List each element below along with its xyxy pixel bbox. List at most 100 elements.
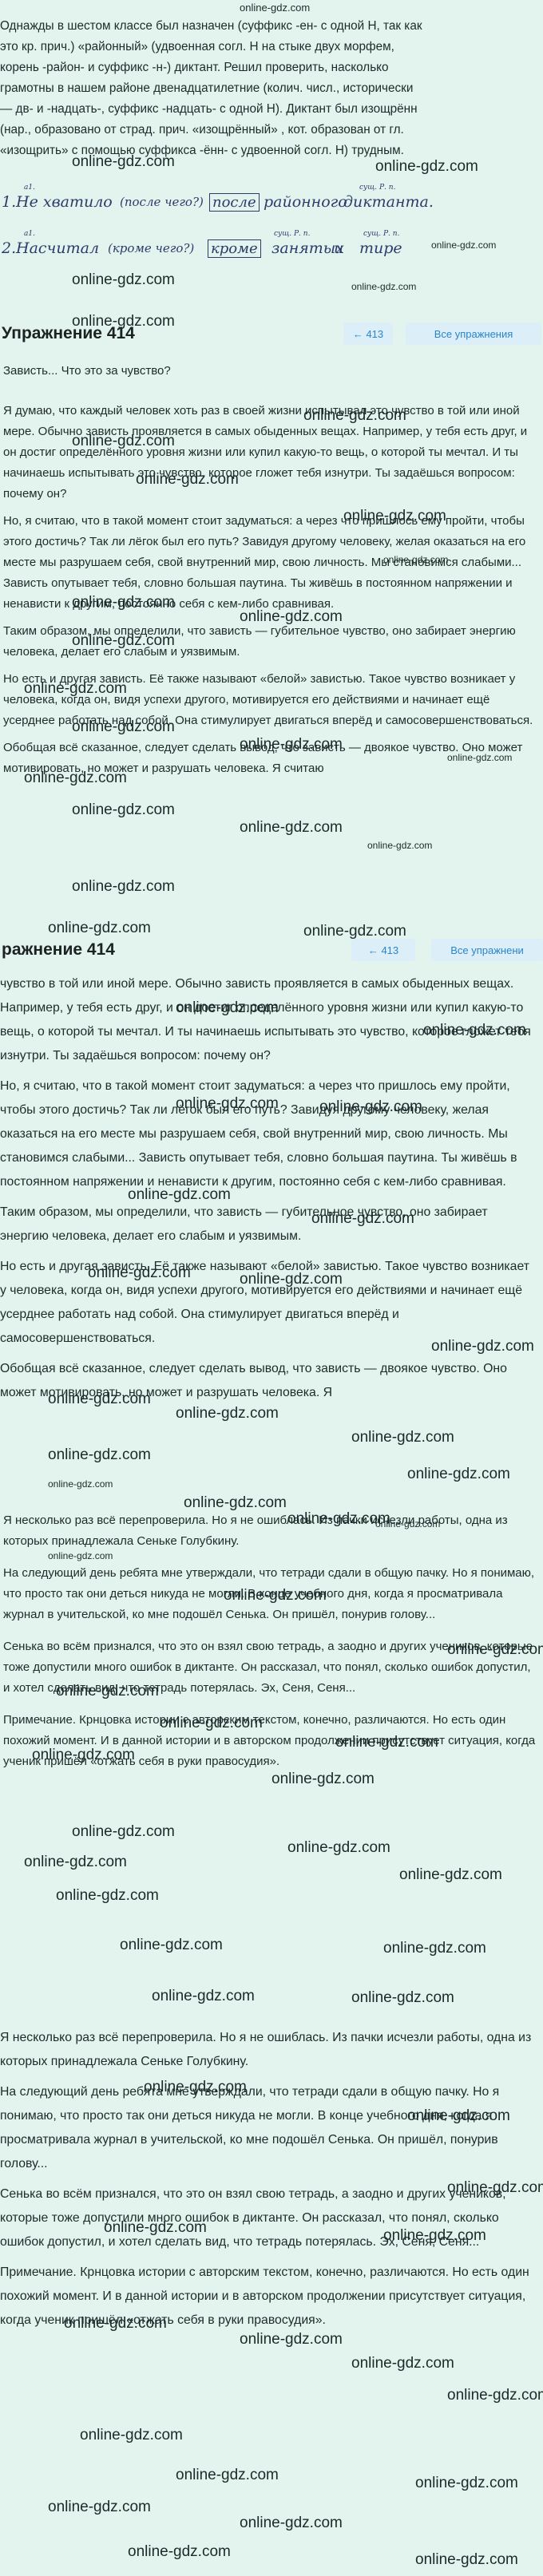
prev-exercise-button[interactable]: ← 413 (351, 939, 415, 961)
watermark-text: online-gdz.com (423, 1022, 526, 1039)
watermark-text: online-gdz.com (136, 471, 239, 488)
watermark-text: online-gdz.com (415, 2475, 518, 2491)
watermark-text: online-gdz.com (367, 840, 433, 851)
page-title: ражнение 414 (2, 940, 115, 959)
watermark-text: online-gdz.com (72, 801, 175, 818)
watermark-text: online-gdz.com (32, 1747, 135, 1763)
exercise-header: ражнение 414 ← 413 Все упражнени (0, 934, 543, 966)
watermark-text: online-gdz.com (240, 608, 343, 625)
case-mark: сущ. Р. п. (363, 230, 400, 238)
watermark-text: online-gdz.com (431, 239, 497, 251)
watermark-text: online-gdz.com (240, 2331, 343, 2348)
watermark-text: online-gdz.com (447, 1641, 543, 1658)
watermark-text: online-gdz.com (24, 680, 127, 697)
tag-a1: a1. (24, 184, 35, 192)
watermark-text: online-gdz.com (120, 1937, 223, 1953)
prev-exercise-button[interactable]: ← 413 (343, 322, 393, 345)
tag-a1: a1. (24, 230, 35, 238)
watermark-text: online-gdz.com (383, 554, 449, 565)
watermark-text: online-gdz.com (351, 2355, 454, 2372)
watermark-text: online-gdz.com (319, 1098, 422, 1115)
watermark-text: online-gdz.com (24, 1854, 127, 1870)
watermark-text: online-gdz.com (152, 1988, 255, 2004)
grammar-explanation: Однажды в шестом классе был назначен (су… (0, 16, 543, 160)
watermark-text: online-gdz.com (343, 508, 446, 524)
watermark-text: online-gdz.com (88, 1264, 191, 1281)
watermark-text: online-gdz.com (351, 281, 417, 292)
watermark-text: online-gdz.com (72, 433, 175, 449)
watermark-text: online-gdz.com (176, 1405, 279, 1422)
line-number: 1. (2, 193, 17, 211)
watermark-text: online-gdz.com (375, 1518, 441, 1529)
watermark-text: online-gdz.com (48, 920, 151, 936)
watermark-text: online-gdz.com (184, 1494, 287, 1511)
watermark-text: online-gdz.com (407, 2107, 510, 2124)
watermark-text: online-gdz.com (72, 1823, 175, 1840)
preposition-box: после (209, 193, 260, 212)
watermark-text: online-gdz.com (64, 2315, 167, 2332)
watermark-text: online-gdz.com (48, 1391, 151, 1407)
question: (кроме чего?) (108, 241, 195, 255)
grammar-line: это кр. прич.) «районный» (удвоенная сог… (0, 40, 394, 53)
watermark-text: online-gdz.com (72, 632, 175, 649)
watermark-text: online-gdz.com (176, 999, 279, 1016)
sentence-part: Насчитал (16, 239, 100, 257)
watermark-text: online-gdz.com (447, 2387, 543, 2404)
watermark-text: online-gdz.com (176, 1095, 279, 1112)
sentence-part: тире (359, 239, 402, 257)
watermark-text: online-gdz.com (415, 2551, 518, 2568)
watermark-text: online-gdz.com (447, 2179, 543, 2196)
all-exercises-button[interactable]: Все упражнени (431, 939, 543, 961)
watermark-text: online-gdz.com (351, 1429, 454, 1446)
watermark-text: online-gdz.com (447, 752, 513, 763)
watermark-text: online-gdz.com (104, 2219, 207, 2236)
watermark-text: online-gdz.com (303, 923, 406, 940)
grammar-line: корень -район- и суффикс -н-) диктант. Р… (0, 61, 389, 74)
watermark-text: online-gdz.com (407, 1466, 510, 1482)
watermark-text: online-gdz.com (128, 1186, 231, 1203)
watermark-text: online-gdz.com (431, 1338, 534, 1355)
sentence-part: Не хватило (16, 193, 113, 211)
watermark-text: online-gdz.com (240, 1271, 343, 1288)
grammar-line: (нар., образовано от страд. прич. «изощр… (0, 123, 404, 137)
grammar-line: грамотны в нашем районе двенадцатилетние… (0, 81, 414, 95)
watermark-text: online-gdz.com (383, 2227, 486, 2244)
watermark-text: online-gdz.com (48, 1478, 113, 1490)
watermark-text: online-gdz.com (303, 407, 406, 424)
case-mark: сущ. Р. п. (359, 184, 396, 192)
watermark-text: online-gdz.com (72, 313, 175, 330)
watermark-text: online-gdz.com (72, 153, 175, 170)
watermark-text: online-gdz.com (176, 2467, 279, 2483)
grammar-line: — дв- и -надцать-, суффикс -надцать- с о… (0, 102, 418, 116)
watermark-text: online-gdz.com (240, 2515, 343, 2531)
watermark-text: online-gdz.com (72, 718, 175, 735)
watermark-text: online-gdz.com (80, 2427, 183, 2443)
watermark-text: online-gdz.com (399, 1866, 502, 1883)
watermark-text: online-gdz.com (160, 1715, 263, 1731)
preposition-box: кроме (208, 239, 261, 258)
watermark-text: online-gdz.com (144, 2079, 247, 2095)
watermark-text: online-gdz.com (272, 1771, 375, 1787)
watermark-text: online-gdz.com (48, 2499, 151, 2515)
watermark-text: online-gdz.com (72, 271, 175, 288)
grammar-line: Однажды в шестом классе был назначен (су… (0, 19, 422, 33)
watermark-text: online-gdz.com (24, 770, 127, 786)
watermark-text: online-gdz.com (375, 158, 478, 175)
paragraph: Я несколько раз всё перепроверила. Но я … (0, 2031, 532, 2068)
paragraph: Я думаю, что каждый человек хоть раз в с… (3, 404, 528, 501)
site-logo: online-gdz.com (240, 2, 311, 14)
handwritten-analysis: a1. сущ. Р. п. 1. Не хватило (после чего… (0, 182, 543, 286)
paragraph: Я несколько раз всё перепроверила. Но я … (3, 1514, 508, 1548)
sentence-part: диктанта. (343, 193, 434, 211)
paragraph: Но, я считаю, что в такой момент стоит з… (0, 1079, 517, 1189)
question: (после чего?) (120, 195, 204, 209)
watermark-text: online-gdz.com (351, 1989, 454, 2006)
all-exercises-button[interactable]: Все упражнения (406, 322, 541, 345)
watermark-text: online-gdz.com (48, 1446, 151, 1463)
watermark-text: online-gdz.com (48, 1550, 113, 1561)
watermark-text: online-gdz.com (72, 594, 175, 611)
watermark-text: online-gdz.com (335, 1734, 438, 1751)
paragraph: чувство в той или иной мере. Обычно зави… (0, 977, 531, 1062)
watermark-text: online-gdz.com (128, 2543, 231, 2560)
watermark-text: online-gdz.com (383, 1940, 486, 1957)
